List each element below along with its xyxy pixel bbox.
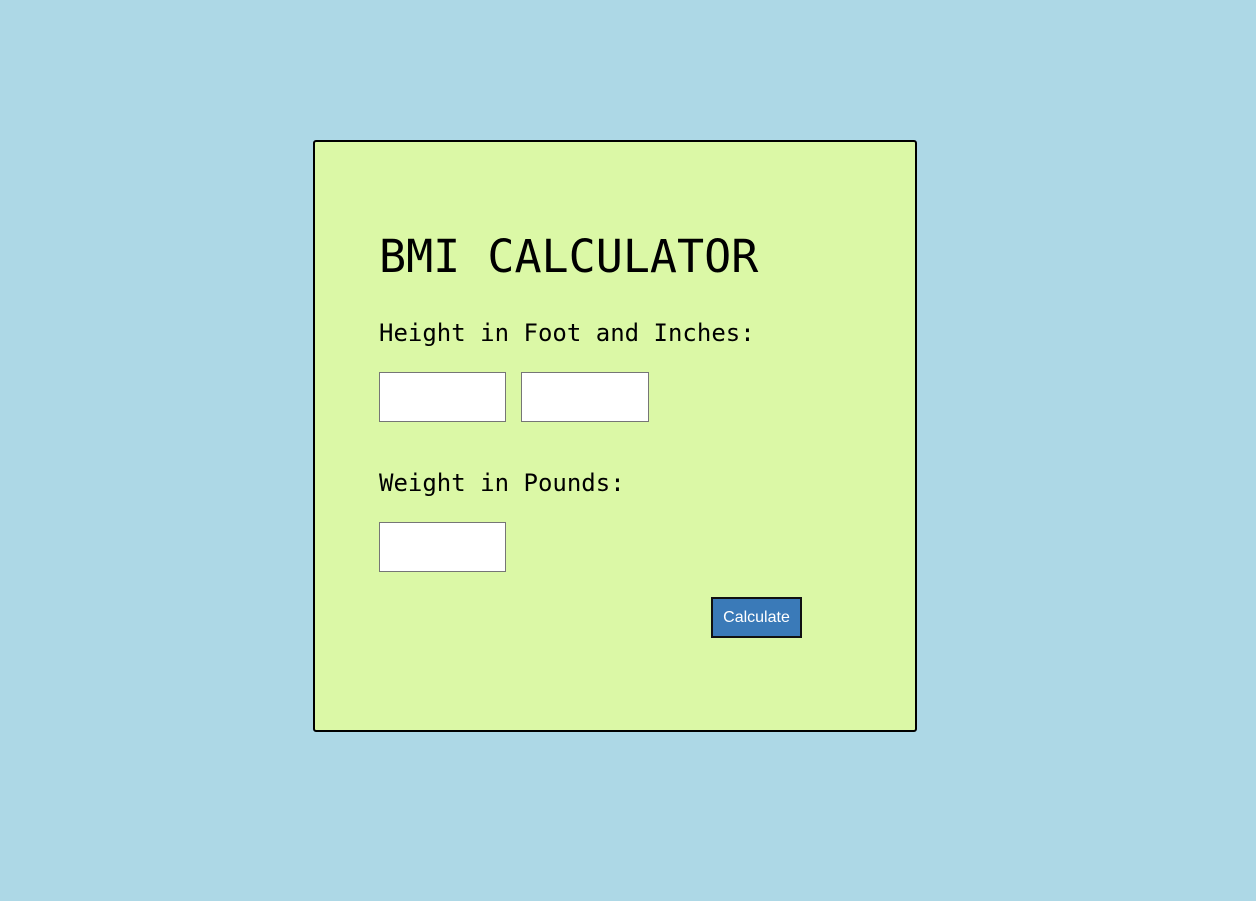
height-label: Height in Foot and Inches: <box>379 319 755 347</box>
weight-label: Weight in Pounds: <box>379 469 625 497</box>
height-inches-input[interactable] <box>521 372 649 422</box>
height-feet-input[interactable] <box>379 372 506 422</box>
weight-pounds-input[interactable] <box>379 522 506 572</box>
calculate-button[interactable]: Calculate <box>711 597 802 638</box>
bmi-calculator-card: BMI CALCULATOR Height in Foot and Inches… <box>313 140 917 732</box>
page-title: BMI CALCULATOR <box>379 230 759 283</box>
